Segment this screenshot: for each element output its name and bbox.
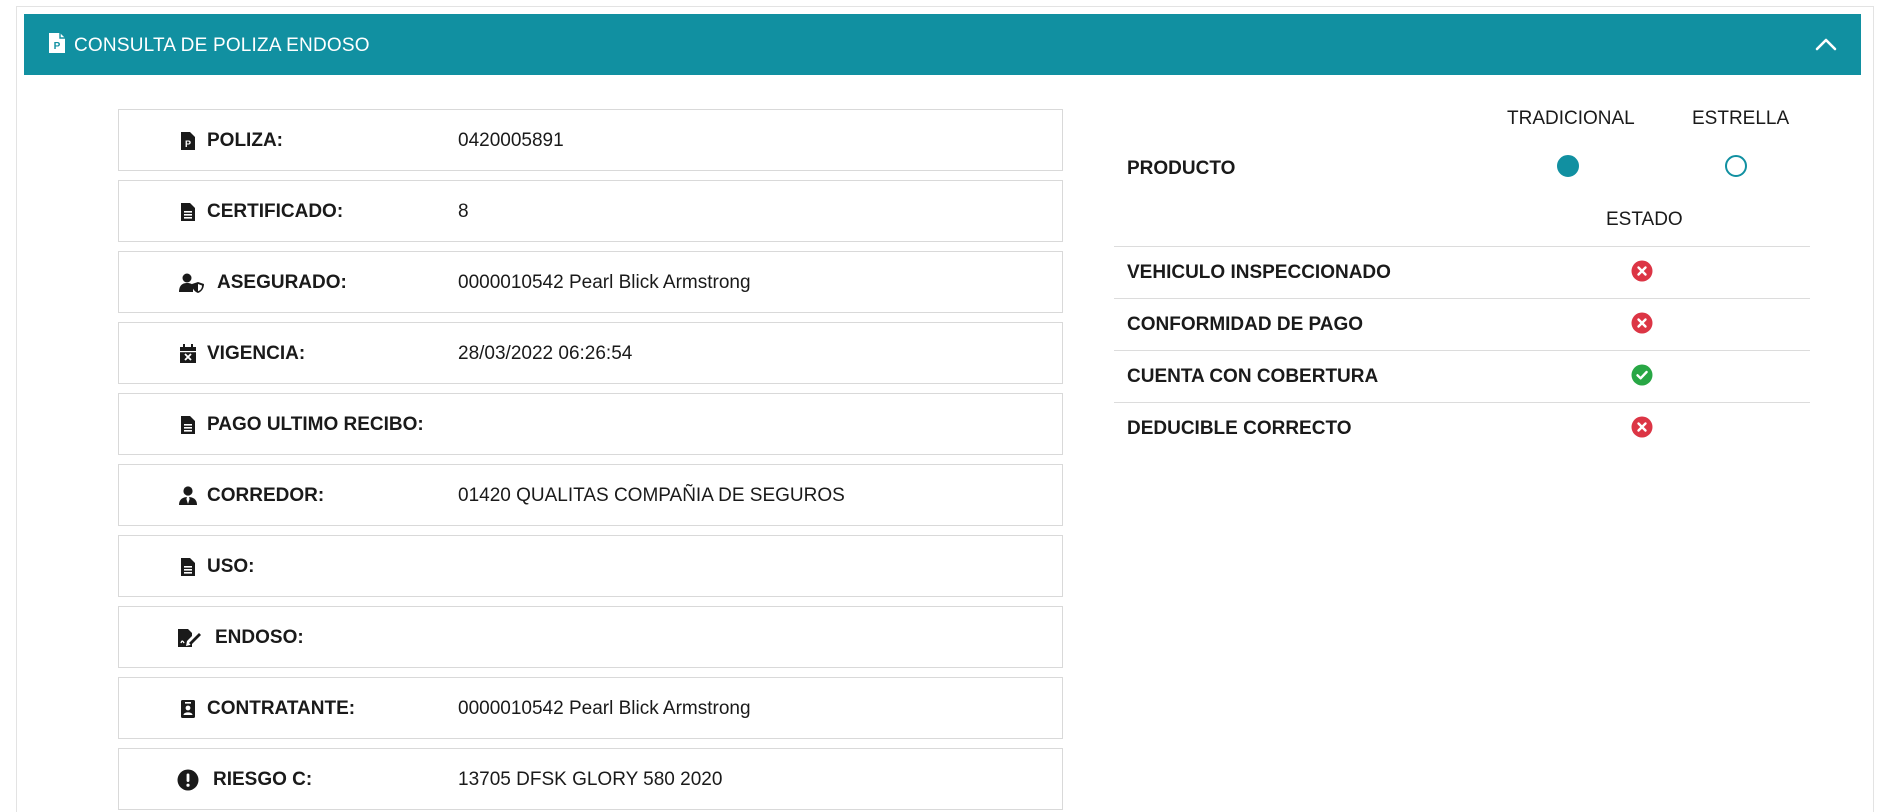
field-row-vigencia: VIGENCIA: 28/03/2022 06:26:54 (118, 322, 1063, 384)
product-option-tradicional-label: TRADICIONAL (1507, 108, 1635, 129)
field-label: CORREDOR: (207, 485, 325, 506)
status-row-cuenta-con-cobertura: CUENTA CON COBERTURA (1114, 350, 1810, 402)
field-value: 0000010542 Pearl Blick Armstrong (458, 698, 751, 719)
field-row-pago-ultimo-recibo: PAGO ULTIMO RECIBO: (118, 393, 1063, 455)
status-label: VEHICULO INSPECCIONADO (1127, 262, 1391, 283)
file-signature-icon (177, 627, 203, 649)
file-text-icon (177, 414, 199, 436)
status-row-conformidad-de-pago: CONFORMIDAD DE PAGO (1114, 298, 1810, 350)
file-text-icon (177, 201, 199, 223)
panel-header: P CONSULTA DE POLIZA ENDOSO (24, 14, 1861, 75)
id-badge-icon (177, 698, 199, 720)
field-label: RIESGO C: (213, 769, 313, 790)
field-label: ENDOSO: (215, 627, 304, 648)
radio-estrella[interactable] (1725, 155, 1747, 177)
chevron-up-icon (1815, 38, 1837, 51)
field-value: 01420 QUALITAS COMPAÑIA DE SEGUROS (458, 485, 845, 506)
field-row-uso: USO: (118, 535, 1063, 597)
svg-text:P: P (54, 41, 61, 52)
file-text-icon (177, 556, 199, 578)
panel-title: CONSULTA DE POLIZA ENDOSO (74, 35, 370, 56)
status-row-deducible-correcto: DEDUCIBLE CORRECTO (1114, 402, 1810, 454)
field-value: 28/03/2022 06:26:54 (458, 343, 633, 364)
field-value: 8 (458, 201, 469, 222)
collapse-button[interactable] (1811, 30, 1841, 58)
field-label: ASEGURADO: (217, 272, 347, 293)
product-label: PRODUCTO (1127, 158, 1236, 179)
status-label: CUENTA CON COBERTURA (1127, 366, 1379, 387)
field-value: 0000010542 Pearl Blick Armstrong (458, 272, 751, 293)
field-row-poliza: P POLIZA: 0420005891 (118, 109, 1063, 171)
exclamation-circle-icon (177, 769, 199, 791)
field-label: POLIZA: (207, 130, 283, 151)
status-label: DEDUCIBLE CORRECTO (1127, 418, 1352, 439)
field-value: 13705 DFSK GLORY 580 2020 (458, 769, 723, 790)
x-circle-icon (1631, 312, 1653, 334)
user-shield-icon (179, 272, 205, 294)
status-label: CONFORMIDAD DE PAGO (1127, 314, 1364, 335)
field-row-contratante: CONTRATANTE: 0000010542 Pearl Blick Arms… (118, 677, 1063, 739)
field-value: 0420005891 (458, 130, 564, 151)
field-row-endoso: ENDOSO: (118, 606, 1063, 668)
field-label: CERTIFICADO: (207, 201, 344, 222)
check-circle-icon (1631, 364, 1653, 386)
file-p-icon: P (177, 130, 199, 152)
x-circle-icon (1631, 416, 1653, 438)
calendar-x-icon (177, 343, 199, 365)
product-option-estrella-label: ESTRELLA (1692, 108, 1790, 129)
field-label: VIGENCIA: (207, 343, 306, 364)
status-row-vehiculo-inspeccionado: VEHICULO INSPECCIONADO (1114, 246, 1810, 298)
field-row-corredor: CORREDOR: 01420 QUALITAS COMPAÑIA DE SEG… (118, 464, 1063, 526)
field-label: CONTRATANTE: (207, 698, 356, 719)
field-label: PAGO ULTIMO RECIBO: (207, 414, 424, 435)
field-row-riesgo-c: RIESGO C: 13705 DFSK GLORY 580 2020 (118, 748, 1063, 810)
file-p-icon: P (48, 32, 66, 54)
estado-header: ESTADO (1606, 209, 1683, 230)
field-row-certificado: CERTIFICADO: 8 (118, 180, 1063, 242)
field-row-asegurado: ASEGURADO: 0000010542 Pearl Blick Armstr… (118, 251, 1063, 313)
radio-tradicional[interactable] (1557, 155, 1579, 177)
svg-text:P: P (185, 139, 191, 149)
field-label: USO: (207, 556, 255, 577)
user-tie-icon (177, 485, 199, 507)
x-circle-icon (1631, 260, 1653, 282)
